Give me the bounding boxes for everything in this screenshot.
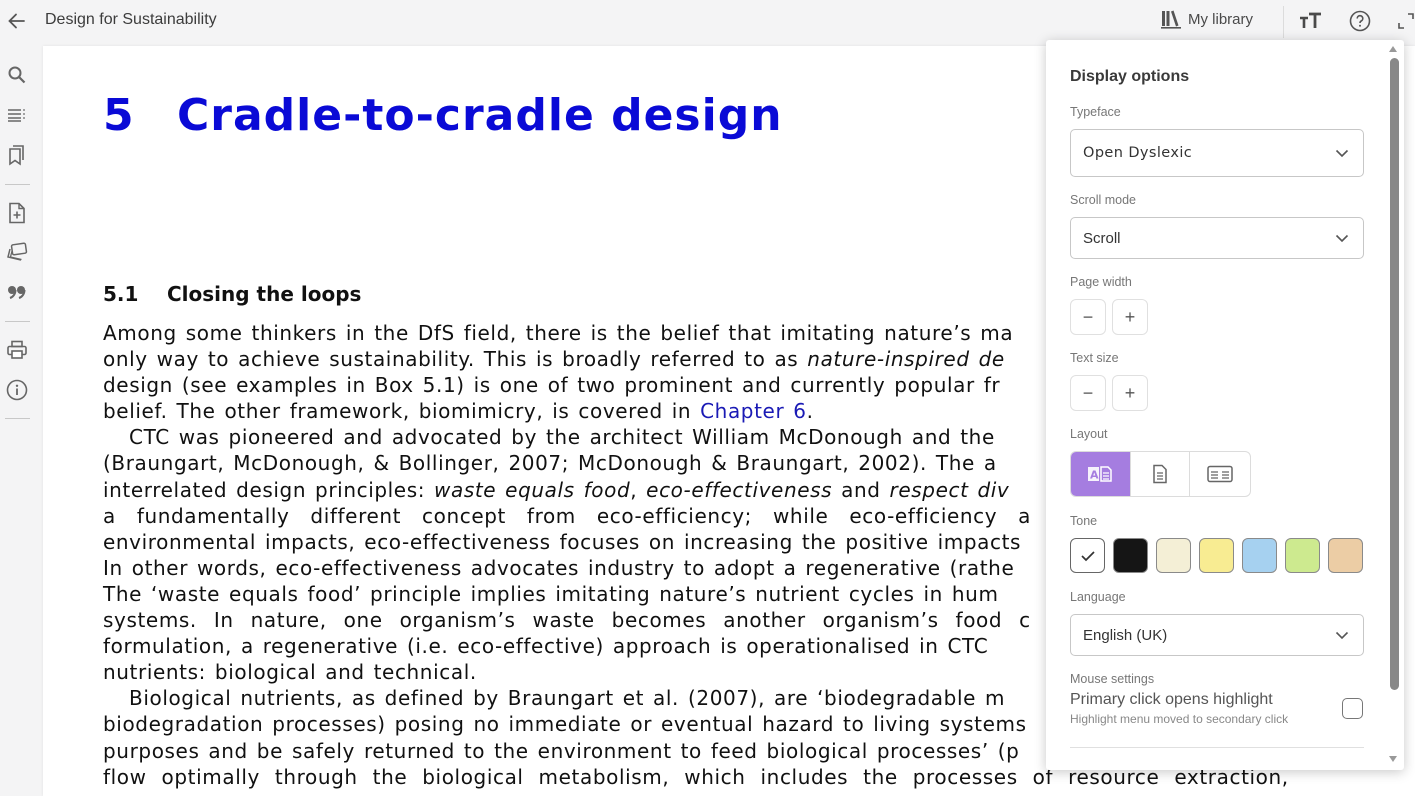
mouse-settings-label: Mouse settings [1070, 672, 1155, 686]
chapter-heading: 5 Cradle-to-cradle design [103, 90, 783, 141]
table-of-contents-icon [8, 109, 25, 122]
chapter-number: 5 [103, 90, 135, 141]
section-heading: 5.1 Closing the loops [103, 282, 361, 306]
primary-click-option-subtitle: Highlight menu moved to secondary click [1070, 712, 1289, 726]
section-number: 5.1 [103, 282, 139, 306]
sidebar-divider [5, 418, 30, 419]
layout-single-page-button[interactable] [1131, 452, 1191, 496]
scroll-mode-select[interactable]: Scroll [1070, 217, 1364, 259]
chevron-down-icon [1335, 149, 1349, 158]
top-bar: Design for Sustainability My library [0, 0, 1415, 44]
fullscreen-button[interactable] [1394, 9, 1415, 33]
language-label: Language [1070, 590, 1126, 604]
sidebar-bookmarks[interactable] [6, 144, 28, 166]
scrollbar-thumb[interactable] [1390, 58, 1399, 690]
add-document-icon [9, 202, 25, 224]
layout-dyslexia-button[interactable]: A [1071, 452, 1131, 496]
language-select[interactable]: English (UK) [1070, 614, 1364, 656]
sidebar-print[interactable] [6, 339, 28, 361]
page-width-label: Page width [1070, 275, 1132, 289]
page-width-decrease-button[interactable]: − [1070, 299, 1106, 335]
text-size-label: Text size [1070, 351, 1119, 365]
chapter-title: Cradle-to-cradle design [177, 90, 783, 141]
display-options-panel: Display options Typeface Open Dyslexic S… [1046, 40, 1404, 770]
help-button[interactable] [1348, 9, 1372, 33]
info-icon [6, 379, 28, 401]
text-size-decrease-button[interactable]: − [1070, 375, 1106, 411]
my-library-button[interactable]: My library [1160, 9, 1253, 29]
sidebar-divider [5, 321, 30, 322]
page-width-increase-button[interactable]: + [1112, 299, 1148, 335]
help-icon [1349, 10, 1371, 32]
tone-swatch-white[interactable] [1070, 538, 1105, 573]
tone-label: Tone [1070, 514, 1098, 528]
tone-selector [1070, 538, 1363, 573]
typeface-value: Open Dyslexic [1083, 145, 1193, 161]
section-title: Closing the loops [167, 282, 362, 306]
fullscreen-icon [1398, 13, 1414, 29]
sidebar-citation[interactable] [6, 281, 28, 303]
layout-label: Layout [1070, 427, 1108, 441]
sidebar-contents[interactable] [6, 104, 28, 126]
chevron-down-icon [1335, 631, 1349, 640]
tone-swatch-blue[interactable] [1242, 538, 1277, 573]
svg-text:A: A [1090, 469, 1099, 482]
tone-swatch-peach[interactable] [1328, 538, 1363, 573]
text-size-stepper: − + [1070, 375, 1148, 411]
sidebar-add-note[interactable] [6, 202, 28, 224]
sidebar-flashcards[interactable] [6, 241, 28, 263]
tone-swatch-black[interactable] [1113, 538, 1148, 573]
scroll-mode-label: Scroll mode [1070, 193, 1136, 207]
primary-click-option-title: Primary click opens highlight [1070, 691, 1273, 708]
sidebar-info[interactable] [6, 379, 28, 401]
text-size-increase-button[interactable]: + [1112, 375, 1148, 411]
panel-divider [1070, 747, 1364, 748]
tone-swatch-cream[interactable] [1156, 538, 1191, 573]
dyslexia-layout-icon: A [1088, 466, 1113, 482]
toolbar-divider [1283, 6, 1284, 38]
bookmarks-icon [9, 145, 24, 166]
my-library-label: My library [1188, 10, 1254, 28]
chevron-down-icon [1335, 234, 1349, 243]
quote-icon [8, 286, 26, 299]
typeface-select[interactable]: Open Dyslexic [1070, 129, 1364, 177]
scrollbar-up-arrow[interactable] [1389, 46, 1397, 52]
left-sidebar [0, 44, 42, 796]
typeface-label: Typeface [1070, 105, 1121, 119]
layout-selector: A [1070, 451, 1251, 497]
primary-click-checkbox[interactable] [1342, 698, 1363, 719]
scroll-mode-value: Scroll [1083, 229, 1121, 247]
scrollbar-down-arrow[interactable] [1389, 756, 1397, 762]
language-value: English (UK) [1083, 626, 1168, 644]
two-page-icon [1207, 465, 1233, 483]
tone-swatch-yellow[interactable] [1199, 538, 1234, 573]
back-arrow-icon [8, 13, 25, 29]
sidebar-search[interactable] [6, 64, 28, 86]
search-icon [8, 66, 26, 84]
chapter-6-link[interactable]: Chapter 6 [700, 399, 806, 423]
checkmark-icon [1080, 550, 1095, 561]
text-size-button[interactable] [1299, 9, 1323, 33]
cards-stack-icon [7, 242, 28, 261]
tone-swatch-green[interactable] [1285, 538, 1320, 573]
back-button[interactable] [6, 10, 28, 32]
book-title: Design for Sustainability [45, 11, 217, 28]
page-width-stepper: − + [1070, 299, 1148, 335]
library-icon [1161, 10, 1181, 29]
printer-icon [7, 340, 27, 359]
single-page-icon [1153, 464, 1167, 484]
sidebar-divider [5, 184, 30, 185]
panel-title: Display options [1070, 68, 1190, 85]
text-size-icon [1300, 12, 1321, 28]
layout-two-page-button[interactable] [1190, 452, 1250, 496]
